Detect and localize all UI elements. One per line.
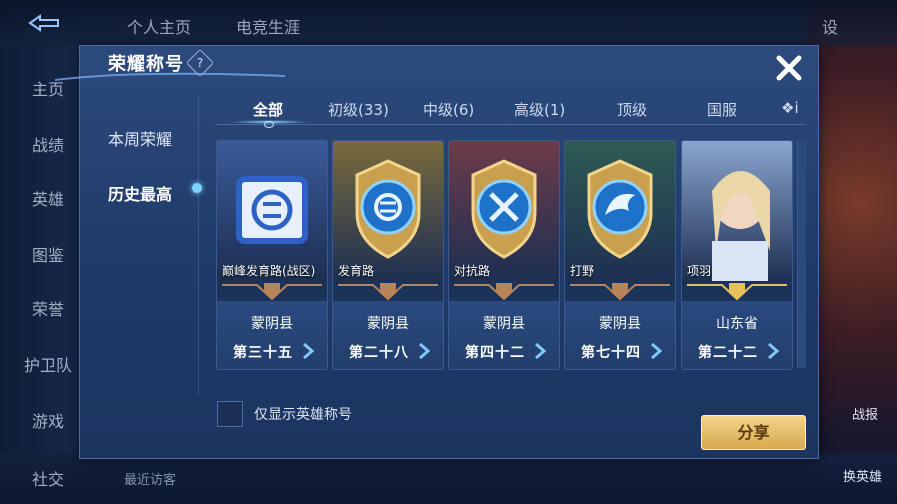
category-underline [215, 124, 805, 125]
hero-portrait [712, 171, 770, 281]
card-peek [797, 140, 806, 368]
side-nav-guard[interactable]: 护卫队 [24, 352, 72, 376]
tab-esports-career[interactable]: 电竞生涯 [236, 14, 300, 38]
tab-all[interactable]: 全部 [253, 99, 283, 120]
card-title-name: 打野 [570, 264, 595, 278]
title-card[interactable]: 打野蒙阴县第七十四 [564, 140, 676, 370]
card-region: 蒙阴县 [599, 316, 641, 332]
card-region: 蒙阴县 [251, 316, 293, 332]
hero-only-checkbox[interactable] [217, 401, 243, 427]
chevron-right-icon[interactable] [301, 342, 315, 360]
card-title-name: 发育路 [338, 264, 375, 278]
bronze-rank-badge-icon [222, 283, 322, 301]
close-icon[interactable] [771, 50, 807, 86]
card-rank[interactable]: 第七十四 [581, 342, 641, 362]
active-tab-indicator [192, 183, 202, 193]
card-rank[interactable]: 第二十八 [349, 342, 409, 362]
tab-personal-home[interactable]: 个人主页 [127, 14, 191, 38]
card-rank[interactable]: 第三十五 [233, 342, 293, 362]
card-title-name: 巅峰发育路(战区) [222, 264, 316, 278]
card-rank[interactable]: 第二十二 [698, 342, 758, 362]
tab-national[interactable]: 国服 [707, 99, 737, 120]
card-title-name: 项羽 [687, 264, 712, 278]
side-nav-record[interactable]: 战绩 [32, 132, 64, 156]
title-card[interactable]: 发育路蒙阴县第二十八 [332, 140, 444, 370]
share-button[interactable]: 分享 [701, 415, 806, 450]
farm-lane-icon [236, 176, 308, 244]
card-region: 蒙阴县 [483, 316, 525, 332]
card-rank[interactable]: 第四十二 [465, 342, 525, 362]
side-nav-codex[interactable]: 图鉴 [32, 242, 64, 266]
title-swoosh-decoration [55, 72, 285, 81]
tab-beginner[interactable]: 初级(33) [328, 99, 389, 120]
side-nav-games[interactable]: 游戏 [32, 408, 64, 432]
recent-visitors-label[interactable]: 最近访客 [124, 469, 176, 488]
gold-rank-badge-icon [687, 283, 787, 301]
change-hero-label[interactable]: 换英雄 [843, 466, 882, 485]
top-nav: 个人主页 电竞生涯 设 [0, 0, 897, 46]
crossed-swords-icon [471, 159, 537, 259]
settings-label[interactable]: 设 [822, 14, 838, 38]
card-region: 山东省 [716, 316, 758, 332]
bronze-rank-badge-icon [454, 283, 554, 301]
battle-report-label[interactable]: 战报 [852, 404, 878, 423]
card-art [449, 141, 559, 281]
card-region: 蒙阴县 [367, 316, 409, 332]
back-arrow-icon[interactable] [28, 14, 60, 32]
title-card[interactable]: 项羽山东省第二十二 [681, 140, 793, 370]
card-art [682, 141, 792, 281]
side-nav-honor[interactable]: 荣誉 [32, 296, 64, 320]
title-card[interactable]: 对抗路蒙阴县第四十二 [448, 140, 560, 370]
chevron-right-icon[interactable] [766, 342, 780, 360]
background-right-panel [807, 0, 897, 504]
card-art [333, 141, 443, 281]
tab-intermediate[interactable]: 中级(6) [423, 99, 474, 120]
card-art [217, 141, 327, 281]
chevron-right-icon[interactable] [417, 342, 431, 360]
bronze-rank-badge-icon [338, 283, 438, 301]
tab-top[interactable]: 顶级 [617, 99, 647, 120]
hero-only-label: 仅显示英雄称号 [254, 407, 352, 423]
dragon-icon [587, 159, 653, 259]
chevron-right-icon[interactable] [533, 342, 547, 360]
title-card[interactable]: 巅峰发育路(战区) 蒙阴县第三十五 [216, 140, 328, 370]
tab-more[interactable]: ❖i [781, 99, 799, 117]
chevron-right-icon[interactable] [649, 342, 663, 360]
bronze-rank-badge-icon [570, 283, 670, 301]
active-category-marker [264, 121, 274, 128]
tab-history-best[interactable]: 历史最高 [108, 181, 172, 205]
tab-weekly-honor[interactable]: 本周荣耀 [108, 126, 172, 150]
farm-lane-icon [355, 159, 421, 259]
card-art [565, 141, 675, 281]
card-title-name: 对抗路 [454, 264, 491, 278]
side-nav-social[interactable]: 社交 [32, 466, 64, 490]
side-nav-heroes[interactable]: 英雄 [32, 186, 64, 210]
divider [198, 96, 199, 396]
tab-advanced[interactable]: 高级(1) [514, 99, 565, 120]
